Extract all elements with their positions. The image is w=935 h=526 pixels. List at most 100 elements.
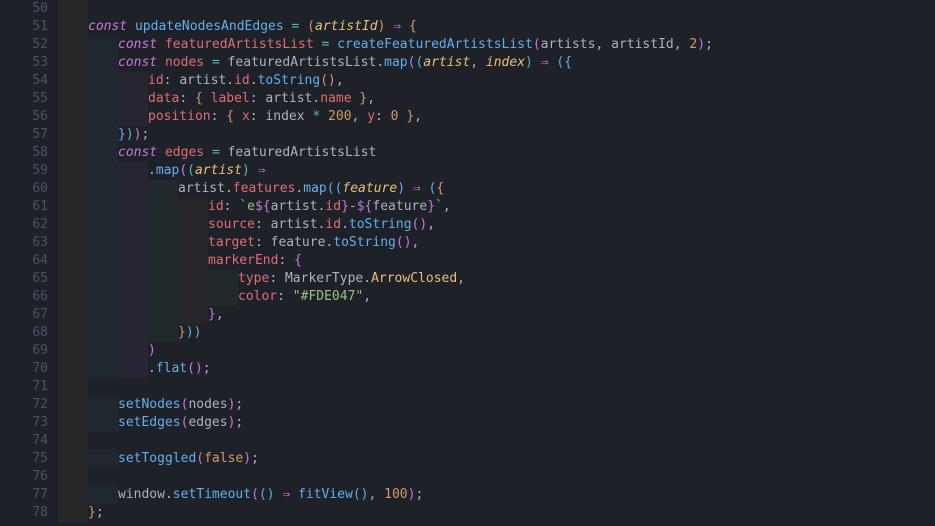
- token: type: [238, 271, 269, 286]
- code-line[interactable]: data: { label: artist.name },: [58, 90, 935, 108]
- token: false: [204, 451, 243, 466]
- code-line[interactable]: markerEnd: {: [58, 252, 935, 270]
- token: [127, 19, 135, 34]
- code-line[interactable]: const nodes = featuredArtistsList.map((a…: [58, 54, 935, 72]
- token: features: [233, 181, 296, 196]
- code-line[interactable]: const edges = featuredArtistsList: [58, 144, 935, 162]
- token: artistId: [611, 37, 674, 52]
- code-area[interactable]: const updateNodesAndEdges = (artistId) ⇒…: [58, 0, 935, 526]
- code-line[interactable]: [58, 0, 935, 18]
- token: :: [164, 73, 180, 88]
- token: window: [118, 487, 165, 502]
- code-line[interactable]: id: `e${artist.id}-${feature}`,: [58, 198, 935, 216]
- token: [250, 163, 258, 178]
- token: :: [278, 253, 294, 268]
- token: nodes: [188, 397, 227, 412]
- line-number: 51: [0, 18, 48, 36]
- line-number: 74: [0, 432, 48, 450]
- token: id: [325, 217, 341, 232]
- token: {: [226, 109, 242, 124]
- code-line[interactable]: target: feature.toString(),: [58, 234, 935, 252]
- token: ): [525, 55, 533, 70]
- code-line[interactable]: const featuredArtistsList = createFeatur…: [58, 36, 935, 54]
- code-line[interactable]: .flat();: [58, 360, 935, 378]
- code-line[interactable]: [58, 432, 935, 450]
- line-number: 72: [0, 396, 48, 414]
- code-line[interactable]: setNodes(nodes);: [58, 396, 935, 414]
- code-line[interactable]: id: artist.id.toString(),: [58, 72, 935, 90]
- token: .: [225, 181, 233, 196]
- token: toString: [258, 73, 321, 88]
- token: }: [208, 307, 216, 322]
- token: [401, 19, 409, 34]
- token: setTimeout: [173, 487, 251, 502]
- line-number: 57: [0, 126, 48, 144]
- code-line[interactable]: [58, 468, 935, 486]
- token: :: [211, 109, 227, 124]
- token: :: [255, 217, 271, 232]
- code-line[interactable]: setEdges(edges);: [58, 414, 935, 432]
- token: ,: [216, 307, 224, 322]
- code-line[interactable]: };: [58, 504, 935, 522]
- token: ): [186, 325, 194, 340]
- code-line[interactable]: .map((artist) ⇒: [58, 162, 935, 180]
- token: (: [327, 181, 335, 196]
- code-line[interactable]: ): [58, 342, 935, 360]
- token: ;: [141, 127, 149, 142]
- code-line[interactable]: type: MarkerType.ArrowClosed,: [58, 270, 935, 288]
- token: [220, 55, 228, 70]
- token: id: [148, 73, 164, 88]
- code-line[interactable]: source: artist.id.toString(),: [58, 216, 935, 234]
- line-number: 53: [0, 54, 48, 72]
- code-line[interactable]: },: [58, 306, 935, 324]
- token: artists: [541, 37, 596, 52]
- token: featuredArtistsList: [228, 145, 377, 160]
- code-line[interactable]: window.setTimeout(() ⇒ fitView(), 100);: [58, 486, 935, 504]
- token: x: [242, 109, 250, 124]
- line-number: 56: [0, 108, 48, 126]
- line-number: 76: [0, 468, 48, 486]
- token: id: [234, 73, 250, 88]
- code-line[interactable]: setToggled(false);: [58, 450, 935, 468]
- code-line[interactable]: })): [58, 324, 935, 342]
- token: (: [299, 19, 315, 34]
- token: 100: [384, 487, 407, 502]
- token: ,: [595, 37, 611, 52]
- token: :: [255, 235, 271, 250]
- code-line[interactable]: color: "#FDE047",: [58, 288, 935, 306]
- token: index: [265, 109, 304, 124]
- token: }: [178, 325, 186, 340]
- token: `: [435, 199, 443, 214]
- token: artist: [178, 181, 225, 196]
- token: (: [179, 163, 187, 178]
- token: (: [251, 487, 259, 502]
- token: ,: [367, 91, 375, 106]
- token: ,: [414, 109, 422, 124]
- token: (: [556, 55, 564, 70]
- token: ): [194, 325, 202, 340]
- token: source: [208, 217, 255, 232]
- code-editor[interactable]: 5051525354555657585960616263646566676869…: [0, 0, 935, 526]
- code-line[interactable]: [58, 378, 935, 396]
- line-number: 58: [0, 144, 48, 162]
- code-line[interactable]: artist.features.map((feature) ⇒ ({: [58, 180, 935, 198]
- token: }: [341, 199, 349, 214]
- code-line[interactable]: }));: [58, 126, 935, 144]
- token: :: [179, 91, 195, 106]
- code-line[interactable]: position: { x: index * 200, y: 0 },: [58, 108, 935, 126]
- token: 0: [391, 109, 399, 124]
- token: feature: [372, 199, 427, 214]
- code-line[interactable]: const updateNodesAndEdges = (artistId) ⇒…: [58, 18, 935, 36]
- token: {: [409, 19, 417, 34]
- token: [290, 487, 298, 502]
- token: createFeaturedArtistsList: [337, 37, 533, 52]
- token: id: [325, 199, 341, 214]
- token: -: [349, 199, 357, 214]
- token: :: [269, 271, 285, 286]
- line-number: 54: [0, 72, 48, 90]
- token: ,: [674, 37, 690, 52]
- token: :: [224, 199, 240, 214]
- token: featuredArtistsList: [165, 37, 314, 52]
- token: map: [384, 55, 407, 70]
- token: }: [399, 109, 415, 124]
